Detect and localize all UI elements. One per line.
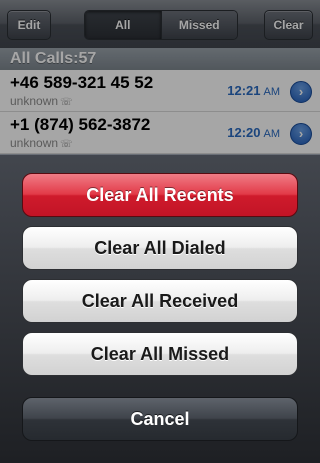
clear-all-recents-button[interactable]: Clear All Recents [22, 173, 298, 217]
action-sheet: Clear All Recents Clear All Dialed Clear… [0, 154, 320, 463]
clear-all-dialed-button[interactable]: Clear All Dialed [22, 226, 298, 270]
clear-all-received-button[interactable]: Clear All Received [22, 279, 298, 323]
cancel-button[interactable]: Cancel [22, 397, 298, 441]
clear-all-missed-button[interactable]: Clear All Missed [22, 332, 298, 376]
